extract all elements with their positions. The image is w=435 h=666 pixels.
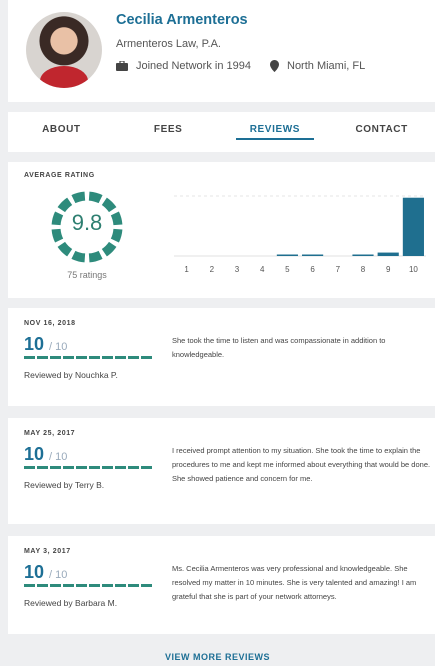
score-dash [102,584,113,587]
firm-name: Armenteros Law, P.A. [116,38,221,50]
histogram-bar [377,252,399,256]
rating-histogram: 1 2 3 4 5 6 7 8 9 10 [174,195,426,274]
review-score: 10 / 10 [24,334,68,354]
attorney-name[interactable]: Cecilia Armenteros [116,12,248,28]
score-dash [63,356,74,359]
location-text: North Miami, FL [287,60,366,72]
rating-ring: 9.8 [48,188,126,266]
score-dash [50,584,61,587]
histogram-tick-label: 10 [409,265,418,274]
histogram-tick-label: 9 [386,265,391,274]
rating-ring-segment [57,197,73,213]
histogram-bar [402,197,424,256]
score-dash [141,466,152,469]
score-dash [37,584,48,587]
tab-contact[interactable]: CONTACT [328,112,435,152]
score-dash [24,584,35,587]
score-dash [37,466,48,469]
score-dash [115,584,126,587]
review-score-bar [24,356,152,359]
score-dash [24,356,35,359]
review-score-bar [24,584,152,587]
review-text: I received prompt attention to my situat… [172,446,431,483]
score-dash [89,584,100,587]
score-dash [63,584,74,587]
score-dash [76,356,87,359]
map-pin-icon [270,60,279,72]
review-score: 10 / 10 [24,562,68,582]
score-dash [102,466,113,469]
rating-ring-segment [101,241,117,257]
rating-ring-segment [88,250,103,263]
histogram-tick-label: 4 [260,265,265,274]
score-dash [50,466,61,469]
average-rating-card: AVERAGE RATING 9.8 75 ratings 1234567891… [8,162,435,298]
score-dash [76,584,87,587]
review-text: Ms. Cecilia Armenteros was very professi… [172,564,417,601]
location-info: North Miami, FL [270,60,365,72]
joined-info: Joined Network in 1994 [116,60,251,72]
review-score: 10 / 10 [24,444,68,464]
profile-tabs: ABOUT FEES REVIEWS CONTACT [8,112,435,152]
score-dash [76,466,87,469]
histogram-tick-label: 6 [310,265,315,274]
score-dash [141,356,152,359]
reviewer-name: Reviewed by Nouchka P. [24,370,118,380]
score-dash [89,466,100,469]
briefcase-icon [116,61,128,71]
histogram-tick-label: 8 [361,265,366,274]
score-dash [128,356,139,359]
histogram-tick-label: 2 [210,265,215,274]
average-rating-heading: AVERAGE RATING [24,172,95,179]
tab-about[interactable]: ABOUT [8,112,115,152]
profile-header: Cecilia Armenteros Armenteros Law, P.A. … [8,0,435,102]
histogram-bar [276,254,298,256]
review-score-bar [24,466,152,469]
rating-ring-segment [71,250,86,263]
score-dash [128,584,139,587]
review-date: NOV 16, 2018 [24,320,76,327]
reviewer-name: Reviewed by Barbara M. [24,598,118,608]
score-dash [115,356,126,359]
rating-ring-segment [71,191,86,204]
histogram-tick-label: 3 [235,265,240,274]
score-dash [102,356,113,359]
joined-text: Joined Network in 1994 [136,60,251,72]
tab-fees[interactable]: FEES [115,112,222,152]
score-dash [37,356,48,359]
review-text: She took the time to listen and was comp… [172,336,386,359]
review-card: MAY 3, 2017 10 / 10 Reviewed by Barbara … [8,536,435,634]
review-card: NOV 16, 2018 10 / 10 Reviewed by Nouchka… [8,308,435,406]
score-dash [128,466,139,469]
histogram-tick-label: 7 [336,265,341,274]
score-dash [24,466,35,469]
histogram-tick-label: 5 [285,265,290,274]
rating-ring-segment [88,191,103,204]
review-date: MAY 25, 2017 [24,430,76,437]
histogram-tick-label: 1 [184,265,189,274]
avatar [26,12,102,88]
histogram-bar [302,254,324,256]
average-rating-value: 9.8 [71,210,103,235]
rating-ring-segment [57,241,73,257]
ratings-count: 75 ratings [67,270,107,280]
view-more-reviews-link[interactable]: VIEW MORE REVIEWS [0,652,435,662]
review-date: MAY 3, 2017 [24,548,71,555]
review-card: MAY 25, 2017 10 / 10 Reviewed by Terry B… [8,418,435,524]
score-dash [115,466,126,469]
score-dash [50,356,61,359]
score-dash [89,356,100,359]
score-dash [141,584,152,587]
tab-reviews[interactable]: REVIEWS [222,112,329,152]
rating-ring-segment [101,197,117,213]
reviewer-name: Reviewed by Terry B. [24,480,105,490]
score-dash [63,466,74,469]
histogram-bar [352,254,374,256]
